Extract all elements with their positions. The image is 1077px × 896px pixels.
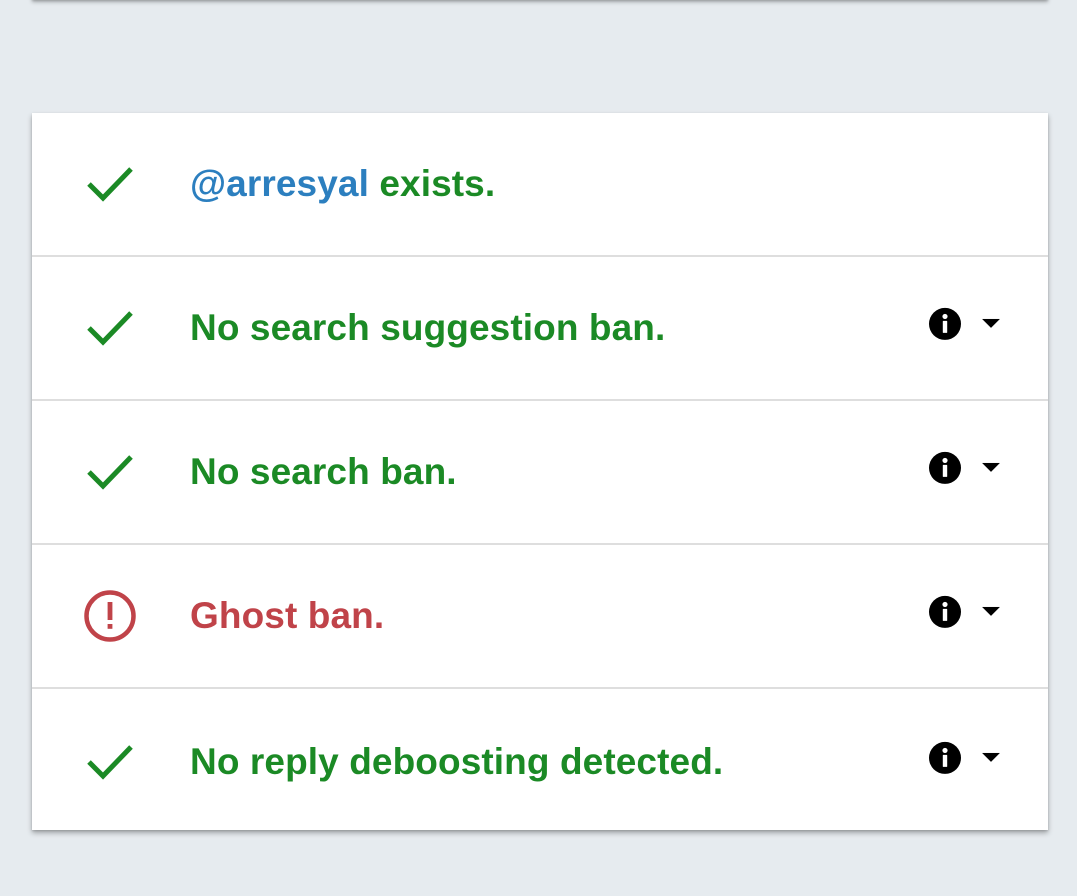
result-row-search-suggestion-ban: No search suggestion ban. xyxy=(32,257,1048,401)
check-icon xyxy=(82,300,138,356)
result-row-ghost-ban: Ghost ban. xyxy=(32,545,1048,689)
row-actions xyxy=(928,740,1002,774)
chevron-down-icon[interactable] xyxy=(980,601,1002,623)
results-card: @arresyal exists. No search suggestion b… xyxy=(32,113,1048,830)
result-text: No reply deboosting detected. xyxy=(190,740,724,782)
row-actions xyxy=(928,595,1002,629)
row-actions xyxy=(928,307,1002,341)
chevron-down-icon[interactable] xyxy=(980,457,1002,479)
check-icon xyxy=(82,444,138,500)
info-icon[interactable] xyxy=(928,307,962,341)
result-row-exists: @arresyal exists. xyxy=(32,113,1048,257)
chevron-down-icon[interactable] xyxy=(980,313,1002,335)
result-row-reply-deboosting: No reply deboosting detected. xyxy=(32,689,1048,834)
check-icon xyxy=(82,734,138,790)
check-icon xyxy=(82,156,138,212)
info-icon[interactable] xyxy=(928,451,962,485)
result-text: No search ban. xyxy=(190,451,457,492)
result-text: Ghost ban. xyxy=(190,595,385,636)
exists-label: exists. xyxy=(368,163,496,204)
info-icon[interactable] xyxy=(928,595,962,629)
user-handle[interactable]: @arresyal xyxy=(190,163,369,204)
alert-circle-icon xyxy=(82,588,138,644)
chevron-down-icon[interactable] xyxy=(980,746,1002,768)
row-actions xyxy=(928,451,1002,485)
result-row-search-ban: No search ban. xyxy=(32,401,1048,545)
info-icon[interactable] xyxy=(928,740,962,774)
result-text: @arresyal exists. xyxy=(190,163,495,205)
result-text: No search suggestion ban. xyxy=(190,307,666,348)
